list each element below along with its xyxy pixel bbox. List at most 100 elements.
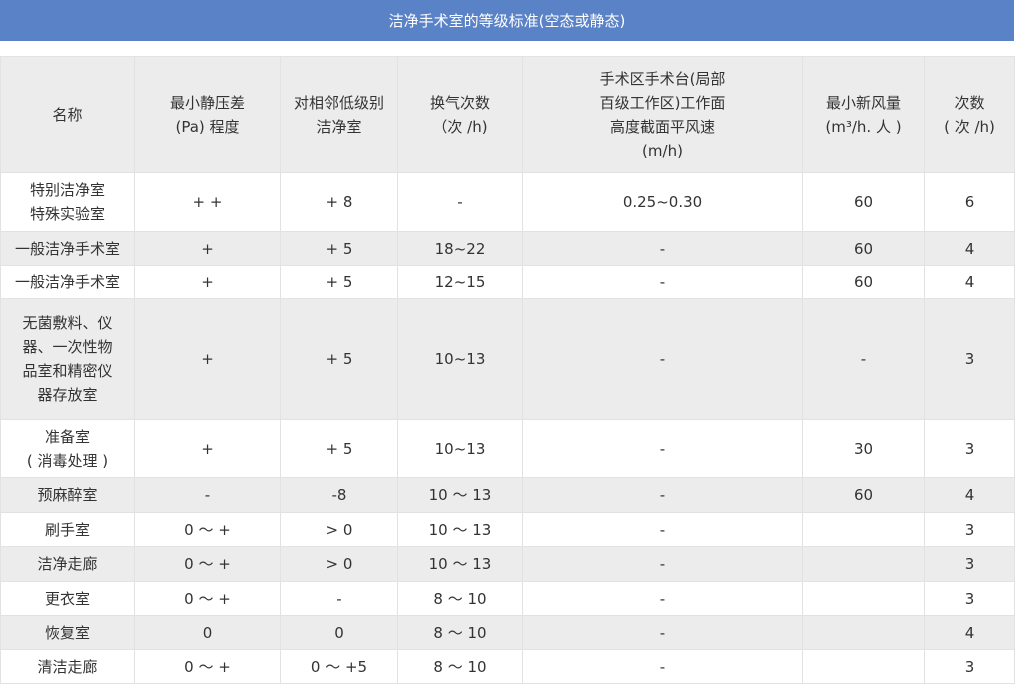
cell-min-static-pressure: 0 ～ +	[134, 649, 281, 684]
cell-min-static-pressure: 0 ～ +	[134, 581, 281, 616]
table-body: 特别洁净室 特殊实验室 + + + 8 - 0.25~0.30 60 6 一般洁净手术室 + + 5…	[0, 172, 1015, 684]
cell-line: 最小静压差	[169, 93, 245, 112]
cell-times: 3	[924, 298, 1015, 420]
cell-adjacent-lower-grade: -8	[280, 477, 398, 513]
cell-line: 一般洁净手术室	[14, 239, 120, 258]
table-row: 准备室 ( 消毒处理 ) + + 5 10~13 - 30 3	[0, 419, 1015, 478]
cell-work-surface-wind-speed: -	[522, 477, 803, 513]
cell-line: 3	[964, 520, 975, 539]
cell-name: 恢复室	[0, 615, 135, 650]
cell-line: -	[659, 657, 666, 676]
cell-name: 准备室 ( 消毒处理 )	[0, 419, 135, 478]
cell-line: + 5	[325, 350, 353, 368]
cell-adjacent-lower-grade: 0	[280, 615, 398, 650]
table-row: 一般洁净手术室 + + 5 18~22 - 60 4	[0, 231, 1015, 266]
cell-min-fresh-air: 60	[802, 477, 925, 513]
cell-work-surface-wind-speed: -	[522, 231, 803, 266]
header-work-surface-wind-speed: 手术区手术台(局部 百级工作区)工作面 高度截面平风速 (m/h)	[522, 56, 803, 173]
cell-line: 0 ～ +	[184, 589, 231, 608]
cell-line: -	[204, 486, 211, 504]
title-text: 洁净手术室的等级标准(空态或静态)	[388, 12, 626, 30]
cell-line: + 5	[325, 439, 353, 458]
cell-name: 一般洁净手术室	[0, 231, 135, 266]
table-row: 清洁走廊 0 ～ + 0 ～ +5 8 ～ 10 - 3	[0, 649, 1015, 684]
cell-line: 0.25~0.30	[622, 193, 703, 211]
cell-min-fresh-air	[802, 581, 925, 616]
cell-times: 4	[924, 265, 1015, 299]
table-row: 恢复室 0 0 8 ～ 10 - 4	[0, 615, 1015, 650]
cell-adjacent-lower-grade: + 5	[280, 231, 398, 266]
cell-line: -	[659, 350, 666, 368]
cell-work-surface-wind-speed: -	[522, 581, 803, 616]
cell-min-fresh-air: 60	[802, 172, 925, 232]
cell-name: 刷手室	[0, 512, 135, 547]
cell-line: 60	[853, 193, 874, 211]
cell-line: 10~13	[434, 350, 486, 368]
cell-line: 60	[853, 239, 874, 258]
cell-line: 准备室	[44, 427, 90, 446]
cell-line: 洁净走廊	[37, 555, 98, 573]
cell-line: 高度截面平风速	[609, 117, 715, 136]
cell-line: 60	[853, 273, 874, 291]
cell-line: 器、一次性物	[22, 338, 113, 356]
cell-line: 次数	[954, 93, 985, 112]
cell-times: 3	[924, 419, 1015, 478]
cell-air-changes: 8 ～ 10	[397, 649, 523, 684]
cell-work-surface-wind-speed: -	[522, 649, 803, 684]
header-name: 名称	[0, 56, 135, 173]
cell-line: 4	[964, 239, 975, 258]
cell-line: 换气次数	[429, 93, 490, 112]
cell-air-changes: 10 ～ 13	[397, 512, 523, 547]
cell-name: 洁净走廊	[0, 546, 135, 582]
cell-line: + 5	[325, 273, 353, 291]
cell-name: 更衣室	[0, 581, 135, 616]
cell-line: 特殊实验室	[29, 205, 105, 223]
cell-line: (m³/h. 人 )	[825, 117, 902, 136]
cell-line: (Pa) 程度	[175, 117, 240, 136]
table-row: 预麻醉室 - -8 10 ～ 13 - 60 4	[0, 477, 1015, 513]
cell-line: 3	[964, 657, 975, 676]
cell-times: 3	[924, 581, 1015, 616]
table-row: 无菌敷料、仪 器、一次性物 品室和精密仪 器存放室 + + 5 10~13 - - 3	[0, 298, 1015, 420]
cell-name: 预麻醉室	[0, 477, 135, 513]
cell-min-fresh-air: 60	[802, 265, 925, 299]
cell-line: 8 ～ 10	[433, 623, 487, 642]
cell-adjacent-lower-grade: + 5	[280, 265, 398, 299]
cell-min-static-pressure: -	[134, 477, 281, 513]
cell-line: 0 ～ +	[184, 657, 231, 676]
cell-line: -	[659, 439, 666, 458]
cell-line: + +	[192, 193, 223, 211]
cell-line: 18~22	[434, 239, 486, 258]
cell-line: 3	[964, 555, 975, 573]
cell-line: 6	[964, 193, 975, 211]
cell-line: 0 ～ +	[184, 555, 231, 573]
cell-times: 4	[924, 477, 1015, 513]
cell-line: -8	[331, 486, 347, 504]
cell-line: 一般洁净手术室	[14, 273, 120, 291]
cell-line: （次 /h)	[432, 117, 488, 136]
cell-adjacent-lower-grade: + 5	[280, 419, 398, 478]
table-row: 更衣室 0 ～ + - 8 ～ 10 - 3	[0, 581, 1015, 616]
cell-line: 30	[853, 439, 874, 458]
cell-line: 器存放室	[37, 386, 98, 404]
cell-line: + 5	[325, 239, 353, 258]
cell-line: -	[659, 555, 666, 573]
cell-line: +	[201, 350, 214, 368]
table-row: 特别洁净室 特殊实验室 + + + 8 - 0.25~0.30 60 6	[0, 172, 1015, 232]
cell-line: -	[659, 486, 666, 504]
cell-line: -	[659, 520, 666, 539]
table-row: 洁净走廊 0 ～ + > 0 10 ～ 13 - 3	[0, 546, 1015, 582]
cell-air-changes: -	[397, 172, 523, 232]
cell-air-changes: 10 ～ 13	[397, 546, 523, 582]
cell-line: 10 ～ 13	[428, 555, 492, 573]
cell-line: 10 ～ 13	[428, 520, 492, 539]
page-title: 洁净手术室的等级标准(空态或静态)	[0, 0, 1014, 41]
standards-table: 名称 最小静压差 (Pa) 程度 对相邻低级别 洁净室 换气次数 （次 /h) 手术区手术台(…	[0, 56, 1015, 684]
cell-work-surface-wind-speed: -	[522, 419, 803, 478]
cell-min-fresh-air: -	[802, 298, 925, 420]
cell-min-fresh-air	[802, 512, 925, 547]
cell-line: 4	[964, 623, 975, 642]
cell-line: -	[860, 350, 867, 368]
cell-line: 百级工作区)工作面	[599, 93, 726, 112]
cell-min-static-pressure: +	[134, 265, 281, 299]
